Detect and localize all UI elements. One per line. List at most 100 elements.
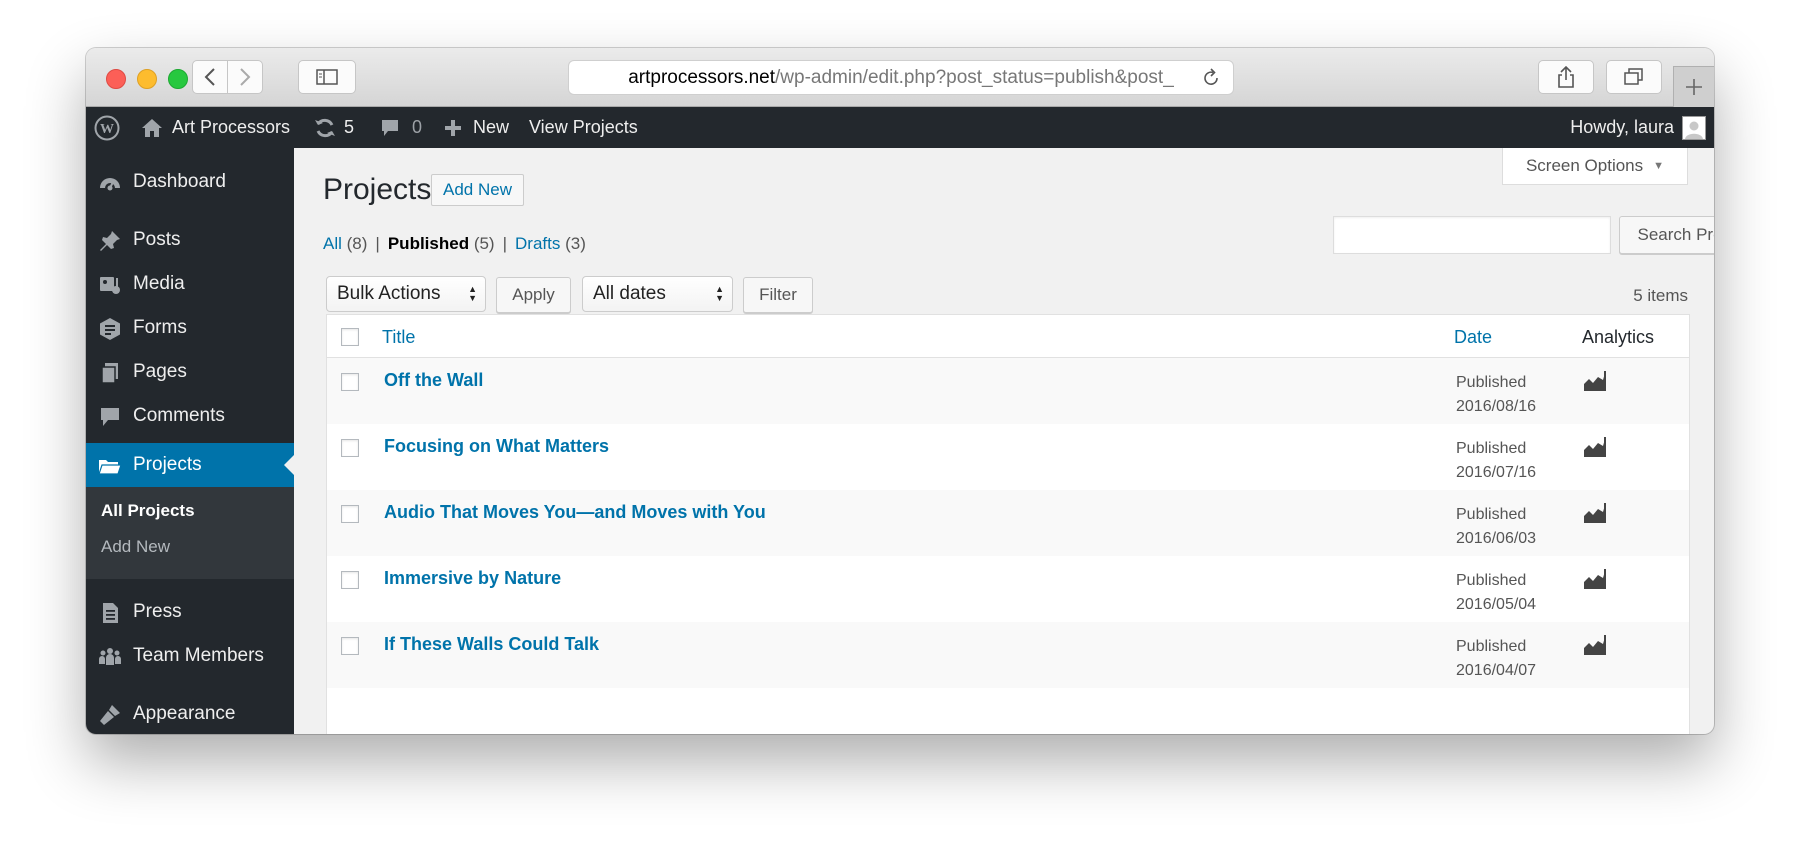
filter-button[interactable]: Filter bbox=[743, 277, 813, 313]
pin-icon bbox=[100, 231, 120, 251]
row-checkbox[interactable] bbox=[341, 505, 359, 523]
sidebar-item-label: Media bbox=[133, 273, 185, 294]
updates-count: 5 bbox=[344, 117, 355, 137]
column-title-header[interactable]: Title bbox=[382, 327, 415, 348]
apply-button[interactable]: Apply bbox=[496, 277, 571, 313]
submenu-all-projects[interactable]: All Projects bbox=[101, 501, 195, 521]
date-filter-value: All dates bbox=[593, 283, 666, 304]
sidebar-item-label: Comments bbox=[133, 405, 225, 426]
sidebar-item-comments[interactable]: Comments bbox=[86, 394, 294, 438]
avatar bbox=[1682, 115, 1706, 140]
screen-options-button[interactable]: Screen Options ▼ bbox=[1502, 148, 1688, 185]
sidebar-item-label: Projects bbox=[133, 454, 202, 475]
share-button[interactable] bbox=[1538, 60, 1594, 94]
folder-icon bbox=[98, 460, 122, 475]
table-row: Immersive by Nature Published 2016/05/04 bbox=[327, 556, 1689, 622]
new-tab-button[interactable] bbox=[1673, 66, 1714, 107]
comment-icon bbox=[382, 119, 398, 136]
analytics-chart-icon[interactable] bbox=[1583, 369, 1607, 391]
comments-link[interactable]: 0 bbox=[380, 107, 422, 148]
sidebar-item-label: Dashboard bbox=[133, 171, 226, 192]
share-icon bbox=[1558, 66, 1574, 88]
project-title-link[interactable]: Focusing on What Matters bbox=[384, 436, 609, 457]
filter-drafts-link[interactable]: Drafts bbox=[515, 234, 560, 253]
sidebar-item-press[interactable]: Press bbox=[86, 590, 294, 634]
page-title: Projects bbox=[323, 173, 432, 206]
column-date-header[interactable]: Date bbox=[1454, 327, 1492, 348]
site-name: Art Processors bbox=[172, 117, 291, 137]
row-checkbox[interactable] bbox=[341, 637, 359, 655]
select-arrows-icon: ▲ ▼ bbox=[715, 284, 724, 303]
analytics-chart-icon[interactable] bbox=[1583, 633, 1607, 655]
comment-icon bbox=[101, 408, 119, 426]
row-checkbox[interactable] bbox=[341, 571, 359, 589]
sidebar-item-team-members[interactable]: Team Members bbox=[86, 634, 294, 678]
forward-button[interactable] bbox=[227, 60, 263, 94]
publish-status: Published 2016/06/03 bbox=[1456, 506, 1537, 547]
sidebar-item-appearance[interactable]: Appearance bbox=[86, 692, 294, 734]
filter-separator: | bbox=[375, 234, 380, 253]
project-title-link[interactable]: Audio That Moves You—and Moves with You bbox=[384, 502, 766, 523]
view-projects-link[interactable]: View Projects bbox=[529, 107, 638, 148]
analytics-chart-icon[interactable] bbox=[1583, 567, 1607, 589]
add-new-button[interactable]: Add New bbox=[431, 174, 524, 206]
address-bar[interactable]: artprocessors.net/wp-admin/edit.php?post… bbox=[568, 60, 1234, 95]
row-checkbox[interactable] bbox=[341, 439, 359, 457]
table-row: Focusing on What Matters Published 2016/0… bbox=[327, 424, 1689, 490]
site-name-link[interactable]: Art Processors bbox=[141, 107, 290, 148]
project-title-link[interactable]: If These Walls Could Talk bbox=[384, 634, 599, 655]
sidebar-item-forms[interactable]: Forms bbox=[86, 306, 294, 350]
user-avatar-icon bbox=[1685, 121, 1703, 139]
analytics-chart-icon[interactable] bbox=[1583, 501, 1607, 523]
date-filter-select[interactable]: All dates ▲ ▼ bbox=[582, 276, 733, 312]
tabs-overview-button[interactable] bbox=[1606, 60, 1662, 94]
browser-toolbar: artprocessors.net/wp-admin/edit.php?post… bbox=[86, 48, 1714, 107]
howdy-label: Howdy, laura bbox=[1570, 117, 1674, 137]
table-row: If These Walls Could Talk Published 2016/… bbox=[327, 622, 1689, 688]
filter-published-link[interactable]: Published bbox=[388, 234, 469, 253]
close-window-button[interactable] bbox=[106, 69, 126, 89]
project-title-link[interactable]: Immersive by Nature bbox=[384, 568, 561, 589]
zoom-window-button[interactable] bbox=[168, 69, 188, 89]
updates-link[interactable]: 5 bbox=[314, 107, 354, 148]
pages-icon bbox=[101, 363, 118, 384]
sidebar-item-pages[interactable]: Pages bbox=[86, 350, 294, 394]
reload-icon[interactable] bbox=[1201, 67, 1221, 89]
user-account-menu[interactable]: Howdy, laura bbox=[1570, 107, 1706, 148]
dashboard-icon bbox=[100, 178, 120, 191]
sidebar-item-posts[interactable]: Posts bbox=[86, 218, 294, 262]
analytics-chart-icon[interactable] bbox=[1583, 435, 1607, 457]
new-label: New bbox=[473, 117, 510, 137]
forms-icon bbox=[100, 318, 120, 340]
sidebar-item-label: Team Members bbox=[133, 645, 264, 666]
new-content-link[interactable]: New bbox=[444, 107, 509, 148]
project-title-link[interactable]: Off the Wall bbox=[384, 370, 483, 391]
bulk-actions-select[interactable]: Bulk Actions ▲ ▼ bbox=[326, 276, 486, 312]
home-icon bbox=[142, 118, 162, 137]
sidebar-item-dashboard[interactable]: Dashboard bbox=[86, 160, 294, 204]
filter-all-count: (8) bbox=[346, 234, 368, 253]
publish-status: Published 2016/07/16 bbox=[1456, 440, 1537, 481]
filter-drafts-count: (3) bbox=[565, 234, 586, 253]
row-checkbox[interactable] bbox=[341, 373, 359, 391]
select-arrows-icon: ▲ ▼ bbox=[468, 284, 477, 303]
select-all-checkbox[interactable] bbox=[341, 328, 359, 346]
filter-all-link[interactable]: All bbox=[323, 234, 342, 253]
back-button[interactable] bbox=[192, 60, 228, 94]
chevron-left-icon bbox=[204, 68, 215, 86]
search-input[interactable] bbox=[1333, 216, 1611, 254]
table-row: Off the Wall Published 2016/08/16 bbox=[327, 358, 1689, 424]
wordpress-logo-button[interactable]: W bbox=[94, 107, 120, 148]
sidebar-item-label: Press bbox=[133, 601, 182, 622]
sidebar-item-media[interactable]: Media bbox=[86, 262, 294, 306]
publish-status: Published 2016/04/07 bbox=[1456, 638, 1537, 679]
sidebar-toggle-button[interactable] bbox=[298, 60, 356, 94]
admin-sidebar: Dashboard Posts Media Forms Pages Commen… bbox=[86, 148, 294, 734]
url-text: artprocessors.net/wp-admin/edit.php?post… bbox=[628, 66, 1174, 88]
search-projects-button[interactable]: Search Projects bbox=[1619, 216, 1714, 254]
submenu-add-new[interactable]: Add New bbox=[101, 537, 170, 557]
minimize-window-button[interactable] bbox=[137, 69, 157, 89]
sidebar-item-projects[interactable]: Projects bbox=[86, 443, 294, 487]
plus-icon bbox=[1686, 79, 1702, 95]
projects-submenu: All Projects Add New bbox=[86, 487, 294, 579]
